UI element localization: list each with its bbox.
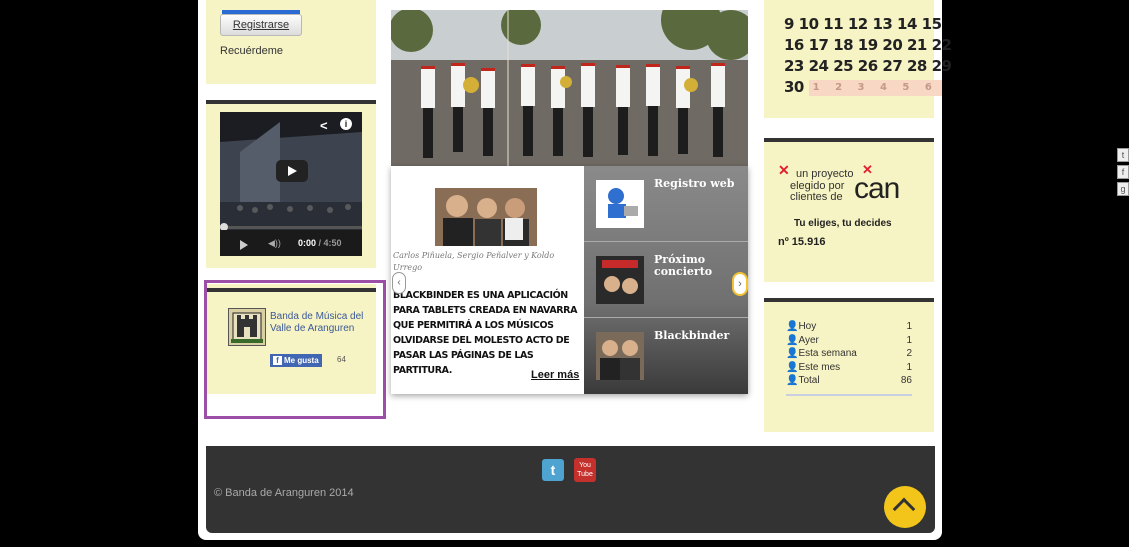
time-total: / 4:50 <box>318 238 342 248</box>
calendar-panel: 9 10 11 12 13 14 15 16 17 18 19 20 21 22… <box>764 0 952 118</box>
visitor-counter-panel: 👤Hoy 1 👤Ayer 1 👤Esta semana 2 👤Este mes 1 👤T… <box>764 298 934 432</box>
slider-item-blackbinder[interactable]: Blackbinder <box>584 318 748 394</box>
can-line3: clientes de <box>790 191 843 203</box>
visitor-row-total: 👤Total 86 <box>786 374 912 388</box>
volume-icon[interactable]: ◀)) <box>268 238 281 249</box>
visitor-label: Este mes <box>798 361 841 373</box>
band-photo <box>391 10 748 166</box>
calendar-next-day: 4 <box>879 81 893 93</box>
news-image <box>435 188 537 246</box>
youtube-icon[interactable]: You Tube <box>574 458 596 482</box>
info-icon[interactable]: i <box>340 118 352 130</box>
remember-me-label[interactable]: Recuérdeme <box>220 45 283 57</box>
play-button[interactable] <box>276 160 308 182</box>
user-icon: 👤 <box>786 348 799 359</box>
visitor-row-hoy: 👤Hoy 1 <box>786 320 912 334</box>
video-player[interactable]: < i ◀)) 0:00 / 4:50 <box>220 112 362 256</box>
control-play-icon[interactable] <box>240 240 248 250</box>
calendar-next-day: 6 <box>924 81 938 93</box>
visitor-row-semana: 👤Esta semana 2 <box>786 347 912 361</box>
can-number: nº 15.916 <box>778 236 826 248</box>
facebook-share-icon[interactable]: f <box>1117 165 1129 179</box>
slider-item-proximo-concierto[interactable]: Próximo concierto <box>584 242 748 318</box>
play-icon <box>288 166 297 176</box>
register-button[interactable]: Registrarse <box>220 14 302 36</box>
can-slogan: Tu eliges, tu decides <box>794 218 892 229</box>
panel-divider <box>764 298 934 302</box>
news-photo[interactable] <box>435 188 537 246</box>
news-caption: Carlos Piñuela, Sergio Peñalver y Koldo … <box>393 251 555 272</box>
visitor-divider <box>786 393 912 396</box>
slideshow-photo[interactable] <box>391 10 748 166</box>
highlight-frame <box>204 280 386 419</box>
chevron-up-icon <box>892 497 916 521</box>
visitor-value: 1 <box>906 321 912 332</box>
calendar-grid: 9 10 11 12 13 14 15 16 17 18 19 20 21 22… <box>784 14 952 98</box>
twitter-share-icon[interactable]: t <box>1117 148 1129 162</box>
visitor-label: Hoy <box>798 321 817 332</box>
slider-item-label: Próximo concierto <box>654 253 713 278</box>
poster-image <box>596 256 644 304</box>
video-panel: < i ◀)) 0:00 / 4:50 <box>206 100 376 268</box>
user-icon: 👤 <box>786 375 799 386</box>
visitor-label: Esta semana <box>798 348 857 359</box>
share-icon[interactable]: < <box>320 118 328 133</box>
copyright: © Banda de Aranguren 2014 <box>214 487 354 499</box>
calendar-week: 30 1 2 3 4 5 6 <box>784 77 951 98</box>
user-icon: 👤 <box>786 361 799 373</box>
news-headline: BLACKBINDER ES UNA APLICACIÓN PARA TABLE… <box>393 290 578 376</box>
slider-item-label: Registro web <box>654 177 735 190</box>
user-icon: 👤 <box>786 321 799 332</box>
news-slider: Carlos Piñuela, Sergio Peñalver y Koldo … <box>391 166 748 394</box>
blackbinder-photo <box>596 332 644 380</box>
slider-item-label: Blackbinder <box>654 329 730 342</box>
calendar-next-day: 3 <box>857 81 871 93</box>
visitor-row-mes: 👤Este mes 1 <box>786 361 912 375</box>
video-thumbnail <box>220 112 362 256</box>
twitter-icon[interactable]: t <box>542 459 564 481</box>
can-x-icon: ✕ <box>778 162 790 178</box>
google-share-icon[interactable]: g <box>1117 182 1129 196</box>
visitor-value: 2 <box>906 348 912 359</box>
user-icon: 👤 <box>786 334 799 346</box>
calendar-week: 23 24 25 26 27 28 29 <box>784 57 952 75</box>
calendar-week: 16 17 18 19 20 21 22 <box>784 36 952 54</box>
slider-prev-arrow[interactable]: ‹ <box>392 272 406 294</box>
calendar-next-day: 5 <box>902 81 916 93</box>
can-brand: can <box>854 172 900 205</box>
can-line1: un proyecto <box>796 168 854 180</box>
visitor-label: Total <box>798 375 820 386</box>
slider-item-registro[interactable]: Registro web <box>584 166 748 242</box>
scroll-top-button[interactable] <box>884 486 926 528</box>
page-container: Registrarse Recuérdeme < i ◀)) 0:00 / 4:… <box>198 0 952 540</box>
calendar-day-30[interactable]: 30 <box>784 78 804 96</box>
read-more-link[interactable]: Leer más <box>531 369 579 381</box>
can-logo: ✕ un proyecto ✕ elegido por clientes de … <box>778 162 928 214</box>
footer: t You Tube © Banda de Aranguren 2014 <box>206 446 935 533</box>
visitor-value: 1 <box>906 361 912 373</box>
login-panel: Registrarse Recuérdeme <box>206 0 376 84</box>
visitor-row-ayer: 👤Ayer 1 <box>786 334 912 348</box>
visitor-value: 1 <box>906 334 912 346</box>
video-time: 0:00 / 4:50 <box>298 238 342 248</box>
concert-poster <box>596 256 644 304</box>
can-project-panel[interactable]: ✕ un proyecto ✕ elegido por clientes de … <box>764 138 934 282</box>
calendar-next-day: 1 <box>812 81 826 93</box>
visitor-value: 86 <box>900 375 912 386</box>
visitor-label: Ayer <box>798 334 819 346</box>
user-computer-icon <box>608 188 638 218</box>
panel-divider <box>206 100 376 104</box>
time-current: 0:00 <box>298 238 317 248</box>
slider-next-arrow[interactable]: › <box>732 272 748 296</box>
next-month-days: 1 2 3 4 5 6 <box>808 79 942 96</box>
calendar-next-day: 2 <box>835 81 849 93</box>
slider-menu: Registro web Próximo concierto Blackbind… <box>584 166 748 394</box>
side-share-bar: t f g <box>1117 148 1129 199</box>
calendar-week: 9 10 11 12 13 14 15 <box>784 15 942 33</box>
panel-divider <box>764 138 934 142</box>
blackbinder-image <box>596 332 644 380</box>
visitor-list: 👤Hoy 1 👤Ayer 1 👤Esta semana 2 👤Este mes 1 👤T… <box>786 320 912 396</box>
registro-icon <box>596 180 644 228</box>
